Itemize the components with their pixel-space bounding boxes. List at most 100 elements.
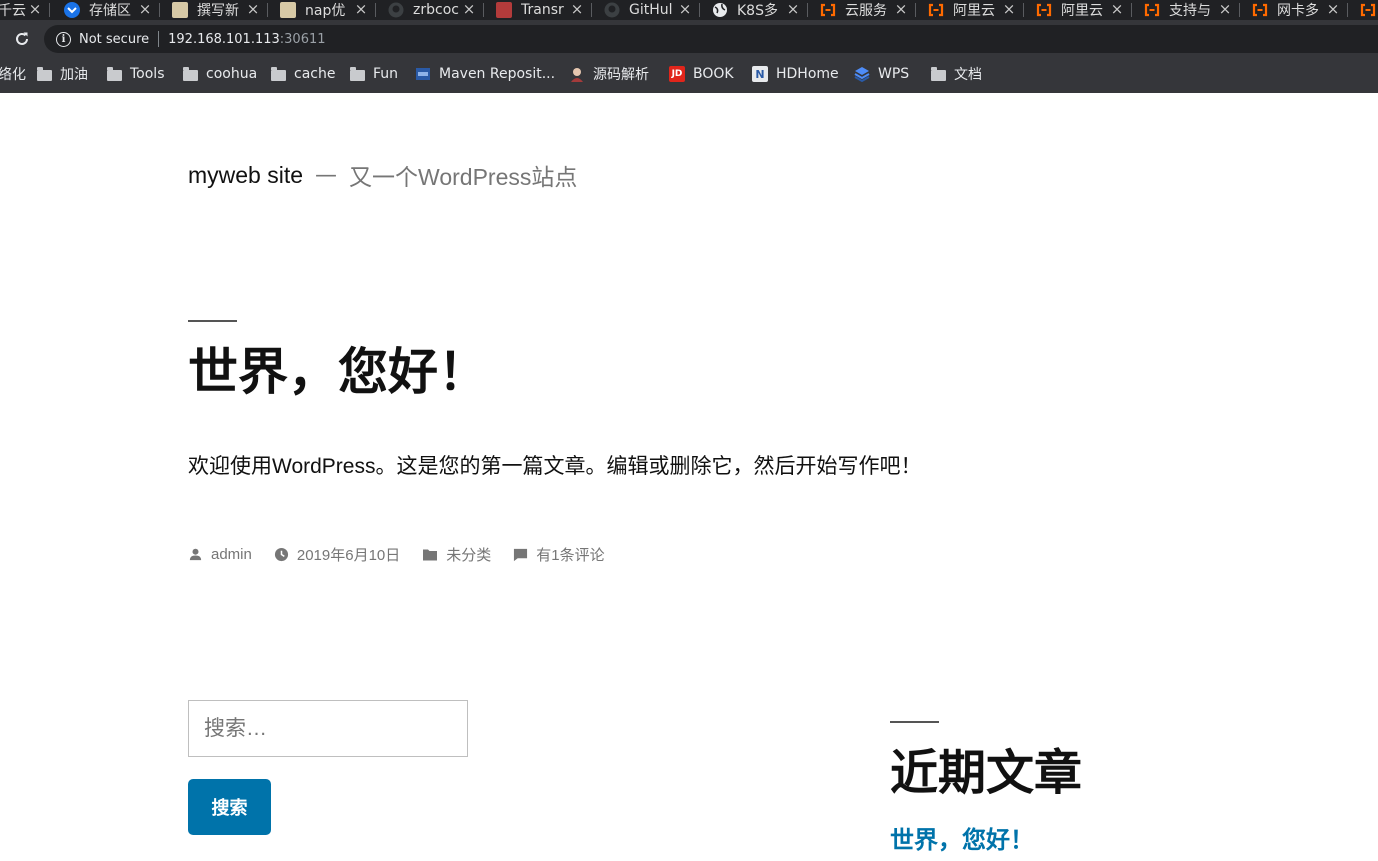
site-header: myweb site — 又一个WordPress站点 xyxy=(188,158,577,192)
category-link[interactable]: 未分类 xyxy=(446,544,491,565)
tab-title: 撰写新 xyxy=(197,3,239,19)
browser-tab[interactable]: 存储区 × xyxy=(64,0,160,20)
close-icon[interactable]: × xyxy=(246,0,260,20)
post-title-rule xyxy=(188,320,237,322)
recent-posts-heading: 近期文章 xyxy=(890,745,1083,801)
widget-title-rule xyxy=(890,721,939,723)
aliyun-icon xyxy=(1036,2,1052,18)
browser-tab[interactable]: 云服务 × xyxy=(820,0,916,20)
browser-tab[interactable]: 支持与 × xyxy=(1144,0,1240,20)
aliyun-icon xyxy=(1252,2,1268,18)
person-icon xyxy=(189,548,202,560)
browser-tab[interactable]: 阿里云 × xyxy=(928,0,1024,20)
bookmark-label: Maven Reposit... xyxy=(439,66,556,82)
close-icon[interactable]: × xyxy=(1218,0,1232,20)
browser-tab[interactable]: K8S多 × xyxy=(712,0,808,20)
bookmark-item[interactable]: JD BOOK xyxy=(669,65,734,83)
close-icon[interactable]: × xyxy=(28,0,42,20)
globe-icon xyxy=(712,2,728,18)
url-omnibox[interactable]: i Not secure 192.168.101.113 :30611 xyxy=(44,25,1378,53)
bookmark-label: 加油 xyxy=(60,67,88,83)
tab-divider xyxy=(591,3,592,17)
aliyun-icon xyxy=(1144,2,1160,18)
info-icon[interactable]: i xyxy=(56,31,71,47)
tab-title: 云服务 xyxy=(845,3,887,19)
post-title[interactable]: 世界，您好！ xyxy=(188,340,488,404)
close-icon[interactable]: × xyxy=(1002,0,1016,20)
bookmark-folder[interactable]: cache xyxy=(270,65,335,83)
search-input[interactable] xyxy=(188,700,468,757)
bookmark-folder[interactable]: coohua xyxy=(182,65,257,83)
close-icon[interactable]: × xyxy=(1326,0,1340,20)
close-icon[interactable]: × xyxy=(1110,0,1124,20)
close-icon[interactable]: × xyxy=(138,0,152,20)
avatar-icon xyxy=(172,2,188,18)
reload-icon[interactable] xyxy=(12,30,32,50)
close-icon[interactable]: × xyxy=(354,0,368,20)
bookmark-item[interactable]: N HDHome xyxy=(752,65,839,83)
author-name[interactable]: admin xyxy=(211,546,252,563)
search-button[interactable]: 搜索 xyxy=(188,779,271,835)
tab-divider xyxy=(483,3,484,17)
date-text[interactable]: 2019年6月10日 xyxy=(297,544,400,565)
address-bar: i Not secure 192.168.101.113 :30611 xyxy=(0,20,1378,56)
title-separator: — xyxy=(315,162,338,188)
bookmark-item[interactable]: 络化 xyxy=(0,65,26,83)
close-icon[interactable]: × xyxy=(678,0,692,20)
browser-tab[interactable]: 千云 × xyxy=(0,0,50,20)
browser-tab[interactable]: nap优 × xyxy=(280,0,376,20)
tab-title: Transr xyxy=(521,2,564,18)
browser-tab[interactable]: 阿里云 × xyxy=(1036,0,1132,20)
close-icon[interactable]: × xyxy=(462,0,476,20)
layers-icon xyxy=(854,66,870,82)
bookmark-label: coohua xyxy=(206,66,258,82)
tab-divider xyxy=(159,3,160,17)
tab-title: zrbcoc xyxy=(413,2,459,18)
bookmark-label: 络化 xyxy=(0,67,26,83)
close-icon[interactable]: × xyxy=(786,0,800,20)
bookmark-folder[interactable]: Fun xyxy=(349,65,398,83)
post-comments[interactable]: 有1条评论 xyxy=(513,544,605,565)
tab-divider xyxy=(49,3,50,17)
browser-tab[interactable]: 网卡多 × xyxy=(1252,0,1348,20)
browser-tab[interactable]: GitHul × xyxy=(604,0,700,20)
post-author[interactable]: admin xyxy=(188,546,252,563)
aliyun-icon xyxy=(1360,2,1376,18)
tab-title: K8S多 xyxy=(737,3,778,19)
bookmark-folder[interactable]: 加油 xyxy=(36,65,88,83)
post-content: 欢迎使用WordPress。这是您的第一篇文章。编辑或删除它，然后开始写作吧！ xyxy=(188,455,922,478)
tab-title: 存储区 xyxy=(89,3,131,19)
tab-divider xyxy=(375,3,376,17)
bookmark-item[interactable]: Maven Reposit... xyxy=(415,65,555,83)
post-date[interactable]: 2019年6月10日 xyxy=(274,544,400,565)
avatar-icon xyxy=(569,66,585,82)
tab-divider xyxy=(1347,3,1348,17)
site-description: 又一个WordPress站点 xyxy=(349,164,578,190)
url-host[interactable]: 192.168.101.113 xyxy=(168,32,280,47)
browser-tab[interactable] xyxy=(1360,0,1378,20)
bookmark-folder[interactable]: Tools xyxy=(106,65,165,83)
folder-icon xyxy=(930,66,946,82)
recent-post-link[interactable]: 世界，您好！ xyxy=(890,822,1034,858)
browser-tab[interactable]: zrbcoc × xyxy=(388,0,484,20)
bookmarks-bar: 络化 加油 Tools coohua cache Fun Maven Repos… xyxy=(0,56,1378,93)
folder-icon xyxy=(270,66,286,82)
close-icon[interactable]: × xyxy=(894,0,908,20)
bookmark-label: 文档 xyxy=(954,67,982,83)
bookmark-item[interactable]: WPS xyxy=(854,65,909,83)
tab-strip: 千云 × 存储区 × 撰写新 × nap优 × zrbcoc × Transr … xyxy=(0,0,1378,20)
bookmark-folder[interactable]: 文档 xyxy=(930,65,982,83)
browser-tab[interactable]: 撰写新 × xyxy=(172,0,268,20)
site-title[interactable]: myweb site xyxy=(188,162,303,189)
folder-icon xyxy=(423,549,438,560)
security-status[interactable]: Not secure xyxy=(79,32,149,47)
browser-tab[interactable]: Transr × xyxy=(496,0,592,20)
comments-link[interactable]: 有1条评论 xyxy=(536,544,604,565)
post-category[interactable]: 未分类 xyxy=(422,544,491,565)
url-port[interactable]: :30611 xyxy=(280,32,326,47)
close-icon[interactable]: × xyxy=(570,0,584,20)
tab-divider xyxy=(1131,3,1132,17)
tab-divider xyxy=(915,3,916,17)
bookmark-item[interactable]: 源码解析 xyxy=(569,65,649,83)
comment-icon xyxy=(514,548,528,561)
